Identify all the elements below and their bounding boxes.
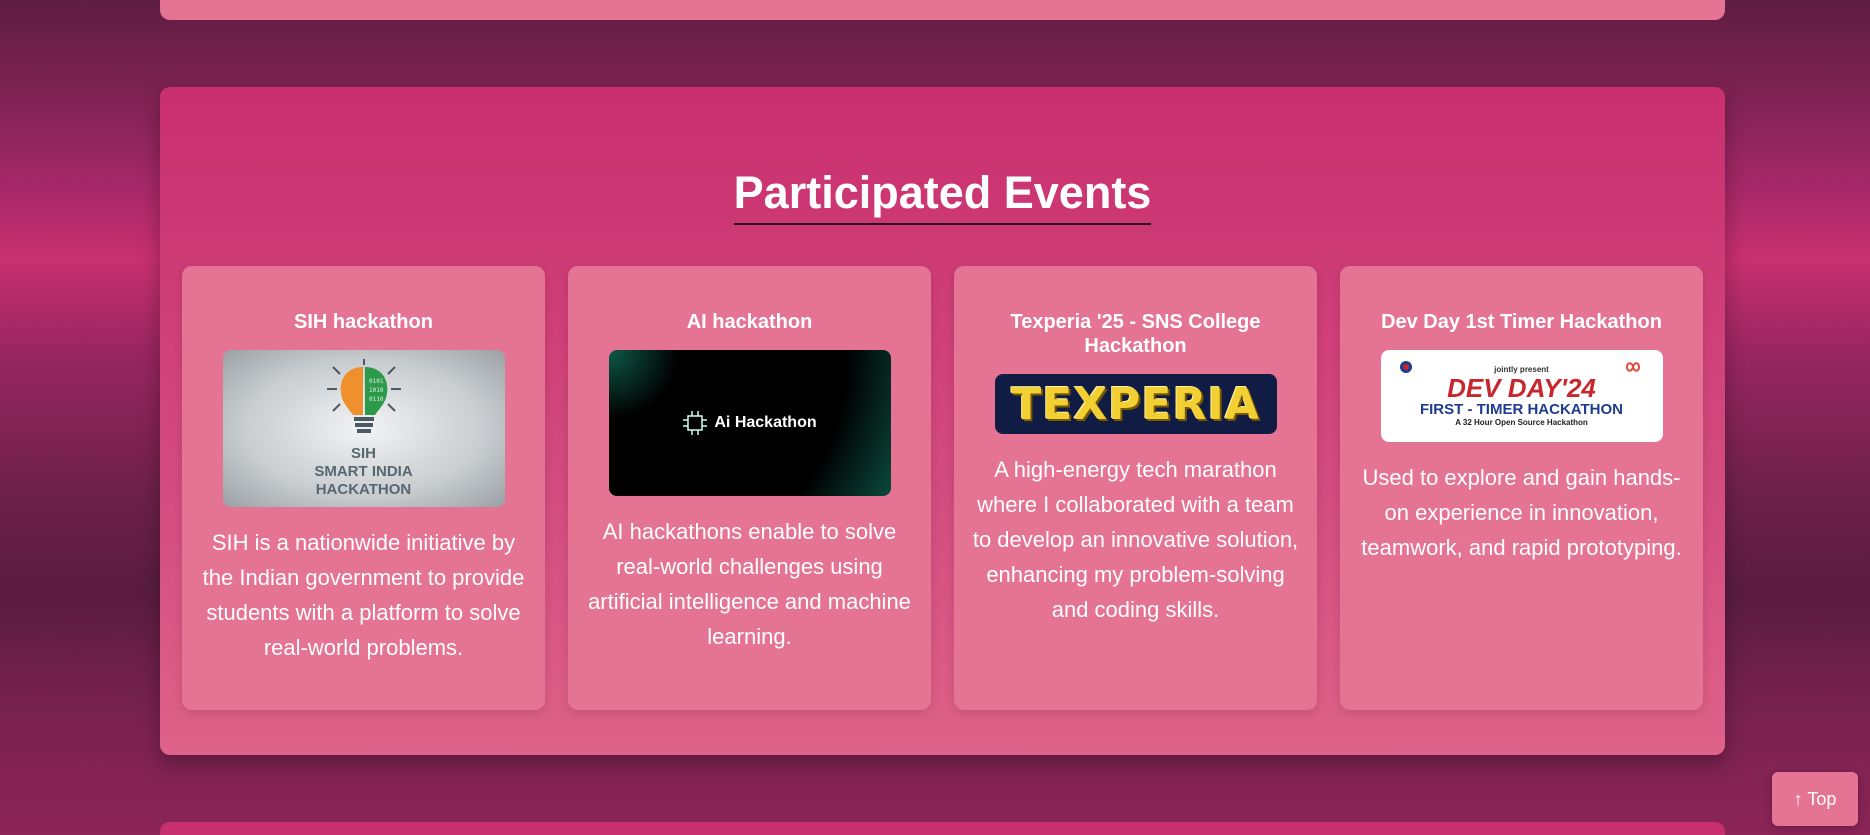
previous-section	[160, 0, 1725, 20]
event-description: A high-energy tech marathon where I coll…	[972, 457, 1299, 622]
event-card-ai: AI hackathon Ai Hackathon AI hackathons …	[568, 266, 931, 710]
devday-image: jointly present DEV DAY'24 FIRST - TIMER…	[1380, 350, 1663, 442]
participated-events-section: Participated Events SIH hackathon 0101 1…	[160, 87, 1725, 755]
event-description: AI hackathons enable to solve real-world…	[588, 519, 911, 649]
bulb-brain-icon: 0101 1010 0110	[326, 358, 401, 433]
event-title: Dev Day 1st Timer Hackathon	[1381, 311, 1662, 333]
event-title: Texperia '25 - SNS College Hackathon	[1010, 311, 1261, 357]
infinity-logo-icon	[1625, 362, 1640, 372]
sih-logo-image: 0101 1010 0110 SIH SMART INDIA HACKATHON	[222, 350, 505, 507]
texperia-logo-text: TEXPERIA	[1011, 378, 1260, 430]
ai-hackathon-logo-text: Ai Hackathon	[714, 414, 817, 431]
event-description: SIH is a nationwide initiative by the In…	[202, 530, 525, 660]
event-title: SIH hackathon	[294, 311, 433, 333]
devday-subtitle-text: FIRST - TIMER HACKATHON	[1419, 401, 1624, 418]
scroll-top-button[interactable]: ↑ Top	[1772, 772, 1858, 826]
event-card-devday: Dev Day 1st Timer Hackathon jointly pres…	[1340, 266, 1703, 710]
svg-text:0101: 0101	[369, 378, 384, 385]
next-section	[160, 822, 1725, 835]
ai-hackathon-image: Ai Hackathon	[608, 350, 891, 496]
event-title: AI hackathon	[686, 311, 813, 333]
event-card-texperia: Texperia '25 - SNS College Hackathon TEX…	[954, 266, 1317, 710]
devday-tagline-text: A 32 Hour Open Source Hackathon	[1455, 418, 1588, 427]
texperia-image: TEXPERIA	[994, 374, 1277, 434]
event-card-sih: SIH hackathon 0101 1010 0110 SIH SMART I…	[182, 266, 545, 710]
chip-icon	[683, 411, 708, 435]
org-logo-icon	[1399, 361, 1412, 373]
svg-text:1010: 1010	[369, 387, 384, 394]
svg-text:0110: 0110	[369, 396, 384, 403]
devday-title-text: DEV DAY'24	[1447, 373, 1596, 403]
sih-logo-text: SIH SMART INDIA HACKATHON	[314, 444, 413, 498]
section-title: Participated Events	[160, 167, 1725, 225]
event-description: Used to explore and gain hands-on experi…	[1361, 465, 1682, 560]
event-cards: SIH hackathon 0101 1010 0110 SIH SMART I…	[182, 266, 1703, 710]
